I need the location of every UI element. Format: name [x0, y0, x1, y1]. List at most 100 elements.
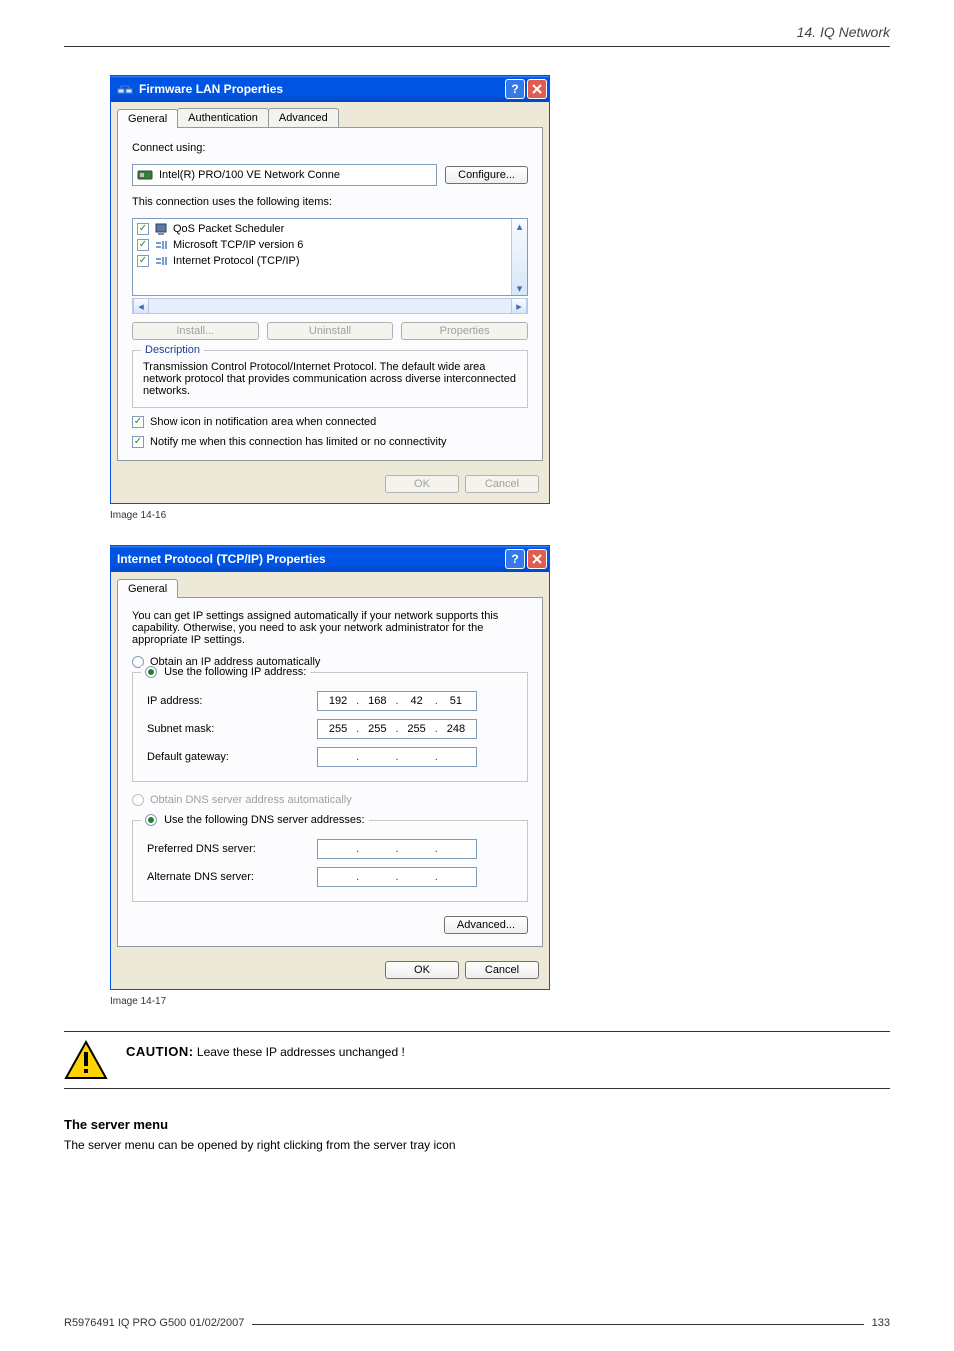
show-icon-label: Show icon in notification area when conn… — [150, 416, 376, 428]
tab-advanced[interactable]: Advanced — [268, 108, 339, 127]
caution-label: CAUTION: — [126, 1044, 194, 1059]
lan-tab-panel: Connect using: Intel(R) PRO/100 VE Netwo… — [117, 127, 543, 461]
description-groupbox: Description Transmission Control Protoco… — [132, 350, 528, 408]
description-text: Transmission Control Protocol/Internet P… — [143, 361, 517, 397]
lan-properties-dialog: Firmware LAN Properties ? General Authen… — [110, 75, 550, 504]
default-gateway-input[interactable]: . . . — [317, 747, 477, 767]
footer-doc-id: R5976491 IQ PRO G500 01/02/2007 — [64, 1317, 244, 1329]
ok-button: OK — [385, 475, 459, 493]
notify-label: Notify me when this connection has limit… — [150, 436, 447, 448]
cancel-button: Cancel — [465, 475, 539, 493]
checkbox-icon[interactable]: ✓ — [137, 223, 149, 235]
adapter-field[interactable]: Intel(R) PRO/100 VE Network Conne — [132, 164, 437, 186]
show-icon-checkbox-row[interactable]: ✓ Show icon in notification area when co… — [132, 416, 528, 428]
checkbox-icon[interactable]: ✓ — [132, 436, 144, 448]
list-item[interactable]: ✓ Internet Protocol (TCP/IP) — [135, 253, 525, 269]
page-header: 14. IQ Network — [0, 0, 954, 46]
radio-icon[interactable] — [145, 666, 157, 678]
header-rule — [64, 46, 890, 47]
tcp-tab-panel: You can get IP settings assigned automat… — [117, 597, 543, 947]
server-menu-text: The server menu can be opened by right c… — [64, 1138, 890, 1152]
subnet-mask-label: Subnet mask: — [147, 723, 317, 735]
tab-general[interactable]: General — [117, 109, 178, 128]
protocol-icon — [154, 238, 168, 252]
checkbox-icon[interactable]: ✓ — [132, 416, 144, 428]
help-button[interactable]: ? — [505, 549, 525, 569]
list-item[interactable]: ✓ QoS Packet Scheduler — [135, 221, 525, 237]
checkbox-icon[interactable]: ✓ — [137, 255, 149, 267]
tab-authentication[interactable]: Authentication — [177, 108, 269, 127]
ip-octet[interactable]: 255 — [403, 723, 431, 735]
notify-checkbox-row[interactable]: ✓ Notify me when this connection has lim… — [132, 436, 528, 448]
scroll-right-icon[interactable]: ▸ — [511, 299, 527, 313]
preferred-dns-label: Preferred DNS server: — [147, 843, 317, 855]
advanced-button[interactable]: Advanced... — [444, 916, 528, 934]
tcpip-properties-dialog: Internet Protocol (TCP/IP) Properties ? … — [110, 545, 550, 990]
page-footer: R5976491 IQ PRO G500 01/02/2007 133 — [64, 1317, 890, 1329]
use-dns-groupbox: Use the following DNS server addresses: … — [132, 820, 528, 902]
list-item[interactable]: ✓ Microsoft TCP/IP version 6 — [135, 237, 525, 253]
ok-button[interactable]: OK — [385, 961, 459, 979]
connection-items-label: This connection uses the following items… — [132, 196, 528, 208]
radio-icon — [132, 794, 144, 806]
radio-icon[interactable] — [145, 814, 157, 826]
close-button[interactable] — [527, 79, 547, 99]
lan-title-text: Firmware LAN Properties — [139, 82, 503, 96]
footer-rule — [252, 1324, 863, 1325]
obtain-dns-radio-row: Obtain DNS server address automatically — [132, 794, 528, 806]
protocol-icon — [154, 254, 168, 268]
ip-octet[interactable]: 255 — [363, 723, 391, 735]
caution-text: Leave these IP addresses unchanged ! — [197, 1045, 405, 1059]
ip-octet[interactable]: 255 — [324, 723, 352, 735]
install-button: Install... — [132, 322, 259, 340]
alternate-dns-input[interactable]: . . . — [317, 867, 477, 887]
uninstall-button: Uninstall — [267, 322, 394, 340]
use-ip-label: Use the following IP address: — [164, 666, 306, 678]
close-button[interactable] — [527, 549, 547, 569]
server-menu-heading: The server menu — [64, 1117, 890, 1132]
ip-address-input[interactable]: 192. 168. 42. 51 — [317, 691, 477, 711]
alternate-dns-label: Alternate DNS server: — [147, 871, 317, 883]
ip-octet[interactable]: 192 — [324, 695, 352, 707]
list-item-label: QoS Packet Scheduler — [173, 223, 284, 235]
nic-icon — [137, 168, 153, 182]
use-dns-label: Use the following DNS server addresses: — [164, 814, 365, 826]
obtain-dns-label: Obtain DNS server address automatically — [150, 794, 352, 806]
checkbox-icon[interactable]: ✓ — [137, 239, 149, 251]
qos-icon — [154, 222, 168, 236]
connect-using-label: Connect using: — [132, 142, 528, 154]
ip-octet[interactable]: 42 — [403, 695, 431, 707]
ip-octet[interactable]: 51 — [442, 695, 470, 707]
scroll-down-icon[interactable]: ▾ — [512, 281, 527, 295]
properties-button: Properties — [401, 322, 528, 340]
ip-address-label: IP address: — [147, 695, 317, 707]
description-legend: Description — [141, 344, 204, 356]
ip-octet[interactable]: 168 — [363, 695, 391, 707]
scroll-left-icon[interactable]: ◂ — [133, 299, 149, 313]
list-item-label: Internet Protocol (TCP/IP) — [173, 255, 300, 267]
vertical-scrollbar[interactable]: ▴ ▾ — [511, 219, 527, 295]
footer-page-number: 133 — [872, 1317, 890, 1329]
scroll-up-icon[interactable]: ▴ — [512, 219, 527, 233]
connection-items-list[interactable]: ✓ QoS Packet Scheduler ✓ Microsoft TCP/I… — [132, 218, 528, 296]
warning-icon — [64, 1040, 108, 1080]
configure-button[interactable]: Configure... — [445, 166, 528, 184]
help-button[interactable]: ? — [505, 79, 525, 99]
caution-box: CAUTION: Leave these IP addresses unchan… — [64, 1031, 890, 1089]
preferred-dns-input[interactable]: . . . — [317, 839, 477, 859]
cancel-button[interactable]: Cancel — [465, 961, 539, 979]
tcp-titlebar: Internet Protocol (TCP/IP) Properties ? — [111, 546, 549, 572]
horizontal-scrollbar[interactable]: ◂ ▸ — [132, 298, 528, 314]
image-caption-tcp: Image 14-17 — [110, 996, 954, 1007]
tab-general[interactable]: General — [117, 579, 178, 598]
ip-octet[interactable]: 248 — [442, 723, 470, 735]
lan-tabs: General Authentication Advanced — [111, 102, 549, 127]
subnet-mask-input[interactable]: 255. 255. 255. 248 — [317, 719, 477, 739]
list-item-label: Microsoft TCP/IP version 6 — [173, 239, 303, 251]
network-connection-icon — [117, 81, 133, 97]
tcp-intro-text: You can get IP settings assigned automat… — [132, 610, 528, 646]
use-ip-groupbox: Use the following IP address: IP address… — [132, 672, 528, 782]
image-caption-lan: Image 14-16 — [110, 510, 954, 521]
tcp-title-text: Internet Protocol (TCP/IP) Properties — [117, 552, 503, 566]
lan-titlebar: Firmware LAN Properties ? — [111, 76, 549, 102]
